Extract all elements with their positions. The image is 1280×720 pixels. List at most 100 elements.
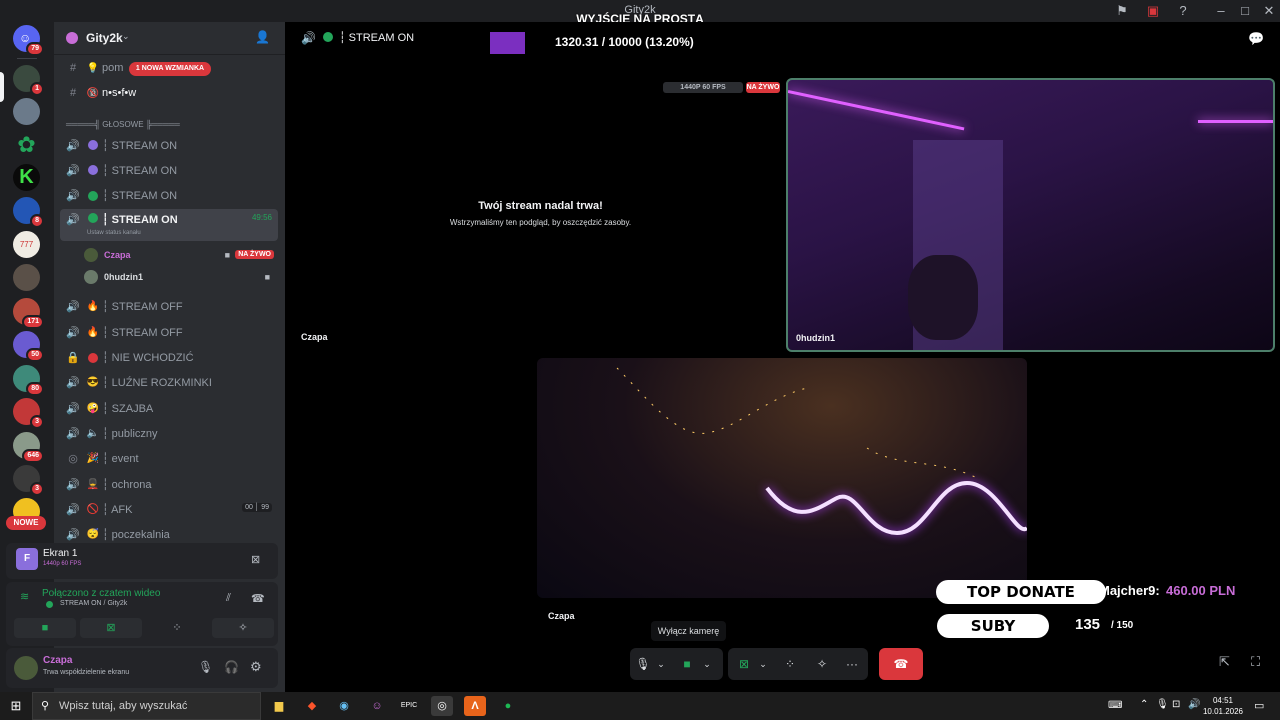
server-icon[interactable]: 646 xyxy=(13,432,44,463)
leave-call-button[interactable]: ☎ xyxy=(879,648,923,680)
server-icon[interactable]: 8 xyxy=(13,197,44,228)
server-icon[interactable]: 171 xyxy=(13,298,44,329)
windows-start-icon[interactable]: ⊞ xyxy=(5,696,27,716)
voice-channel[interactable]: 🔊 😎 ┆ LUŹNE ROZKMINKI xyxy=(60,371,278,395)
screen-share-button[interactable]: ⊠ xyxy=(80,618,142,638)
microphone-icon[interactable]: 🎙 xyxy=(632,648,654,680)
activities-button[interactable]: ⁘ xyxy=(146,618,208,638)
voice-channel[interactable]: 🔊 🔥 ┆ STREAM OFF xyxy=(60,320,278,344)
more-options-icon[interactable]: ··· xyxy=(840,648,864,680)
server-icon[interactable]: K xyxy=(13,164,40,191)
help-icon[interactable]: ? xyxy=(1175,3,1191,19)
tray-chevron-icon[interactable]: ⌃ xyxy=(1140,699,1148,710)
voice-user[interactable]: 0hudzin1 ■ xyxy=(84,267,274,287)
camera-options-chevron-icon[interactable]: ⌄ xyxy=(700,648,714,680)
video-tile-czapa[interactable] xyxy=(537,358,1027,598)
stop-share-icon[interactable]: ⊠ xyxy=(251,553,260,566)
server-icon[interactable]: ✿ xyxy=(13,131,40,158)
soundboard-icon[interactable]: ✧ xyxy=(810,648,834,680)
brave-browser-icon[interactable]: ◆ xyxy=(301,696,323,716)
popout-icon[interactable]: ⇱ xyxy=(1219,654,1230,670)
disconnect-icon[interactable]: ☎ xyxy=(251,592,265,605)
server-icon[interactable]: 3 xyxy=(13,465,44,496)
chevron-down-icon: ⌄ xyxy=(122,31,130,41)
speaker-icon: 🔊 xyxy=(66,377,80,390)
server-icon[interactable]: 50 xyxy=(13,331,44,362)
keyboard-icon[interactable]: ⌨ xyxy=(1108,700,1122,711)
server-icon[interactable]: 1 xyxy=(13,65,44,96)
voice-channel[interactable]: 🔊 🤪 ┆ SZAJBA xyxy=(60,396,278,420)
update-icon[interactable]: ▣ xyxy=(1145,3,1161,19)
signal-icon[interactable]: ≋ xyxy=(20,590,29,603)
server-header[interactable]: Gity2k ⌄ 👤 xyxy=(54,22,285,55)
volume-icon[interactable]: 🔊 xyxy=(1188,699,1200,710)
close-icon[interactable]: ✕ xyxy=(1261,3,1277,19)
discord-taskbar-icon[interactable]: ☺ xyxy=(366,696,388,716)
server-icon[interactable]: 777 xyxy=(13,231,40,258)
app-icon[interactable]: Λ xyxy=(464,696,486,716)
new-label[interactable]: NOWE xyxy=(6,516,46,530)
channel-emoji: 😎 xyxy=(86,377,100,389)
voice-channel[interactable]: 🔊 ┆ STREAM ON xyxy=(60,184,278,208)
channel-label: ┆ LUŹNE ROZKMINKI xyxy=(102,377,212,390)
stream-tile-self[interactable]: 1440P 60 FPS NA ŻYWO Twój stream nadal t… xyxy=(293,78,788,350)
obs-icon[interactable]: ◎ xyxy=(431,696,453,716)
voice-channel[interactable]: 🔊 ┆ STREAM ON 49:56 Ustaw status kanału xyxy=(60,208,278,241)
voice-channel[interactable]: 🔊 🚫 ┆ AFK 00 │ 99 xyxy=(60,497,278,521)
headphones-icon[interactable]: 🎧 xyxy=(224,660,239,674)
server-icon[interactable]: 3 xyxy=(13,398,44,429)
notifications-icon[interactable]: ▭ xyxy=(1254,699,1264,712)
microphone-icon[interactable]: 🎙 xyxy=(198,660,213,674)
camera-icon[interactable]: ■ xyxy=(676,648,698,680)
voice-channel[interactable]: 🔊 💂 ┆ ochrona xyxy=(60,472,278,496)
video-tile-0hudzin1[interactable]: 0hudzin1 xyxy=(786,78,1275,352)
camera-button[interactable]: ■ xyxy=(14,618,76,638)
led-strip-left xyxy=(788,90,965,131)
clock-date[interactable]: 10.01.2026 xyxy=(1201,707,1245,716)
maximize-icon[interactable]: □ xyxy=(1237,3,1253,19)
network-icon[interactable]: ⊡ xyxy=(1172,699,1180,710)
steam-icon[interactable]: ◉ xyxy=(333,696,355,716)
voice-channel[interactable]: 🔊 🔥 ┆ STREAM OFF xyxy=(60,295,278,319)
avatar[interactable] xyxy=(14,656,38,680)
rail-divider xyxy=(17,58,37,59)
add-member-icon[interactable]: 👤 xyxy=(255,30,270,44)
voice-channel[interactable]: 🔊 ┆ STREAM ON xyxy=(60,133,278,157)
mention-badge[interactable]: 1 NOWA WZMIANKA xyxy=(129,62,211,76)
channel-status-text[interactable]: Ustaw status kanału xyxy=(87,230,141,236)
user-limit-counter: 00 │ 99 xyxy=(242,503,272,513)
inbox-flag-icon[interactable]: ⚑ xyxy=(1114,3,1130,19)
voice-user[interactable]: Czapa ■ NA ŻYWO xyxy=(84,245,274,265)
settings-gear-icon[interactable]: ⚙ xyxy=(250,659,262,675)
voice-category[interactable]: ═════╣ GŁOSOWE ╠═════ xyxy=(66,120,180,129)
voice-channel[interactable]: 🔊 ┆ STREAM ON xyxy=(60,158,278,182)
subs-label: SUBY xyxy=(937,614,1049,638)
file-explorer-icon[interactable]: ▆ xyxy=(268,696,290,716)
voice-channel[interactable]: ◎ 🎉 ┆ event xyxy=(60,447,278,471)
server-icon[interactable] xyxy=(13,98,40,125)
server-icon[interactable] xyxy=(13,264,40,291)
minimize-icon[interactable]: – xyxy=(1213,3,1229,19)
noise-suppression-icon[interactable]: ⫽ xyxy=(226,592,231,605)
server-icon[interactable]: 80 xyxy=(13,365,44,396)
channel-dot xyxy=(88,140,98,150)
mic-options-chevron-icon[interactable]: ⌄ xyxy=(654,648,668,680)
fullscreen-icon[interactable]: ⛶ xyxy=(1251,654,1260,670)
speaker-icon: 🔊 xyxy=(66,213,80,226)
screen-share-icon[interactable]: ⊠ xyxy=(732,648,756,680)
soundboard-button[interactable]: ✧ xyxy=(212,618,274,638)
voice-channel[interactable]: 🔊 🔈 ┆ publiczny xyxy=(60,421,278,445)
home-button[interactable]: ☺ 79 xyxy=(13,25,44,56)
microphone-tray-icon[interactable]: 🎙 xyxy=(1156,699,1169,710)
server-badge-icon xyxy=(66,32,78,44)
clock-time[interactable]: 04:51 xyxy=(1203,696,1243,705)
share-options-chevron-icon[interactable]: ⌄ xyxy=(756,648,770,680)
voice-channel[interactable]: 🔒 ┆ NIE WCHODZIĆ xyxy=(60,346,278,370)
epic-games-icon[interactable]: EPIC xyxy=(398,696,420,716)
spotify-icon[interactable]: ● xyxy=(497,696,519,716)
selected-pill xyxy=(0,72,4,102)
taskbar-search-box[interactable]: ⚲ Wpisz tutaj, aby wyszukać xyxy=(32,692,261,720)
chat-bubble-icon[interactable]: 💬 xyxy=(1248,31,1264,47)
channel-nsfw[interactable]: # 🔞 n•s•f•w xyxy=(60,81,278,105)
activities-icon[interactable]: ⁘ xyxy=(778,648,802,680)
